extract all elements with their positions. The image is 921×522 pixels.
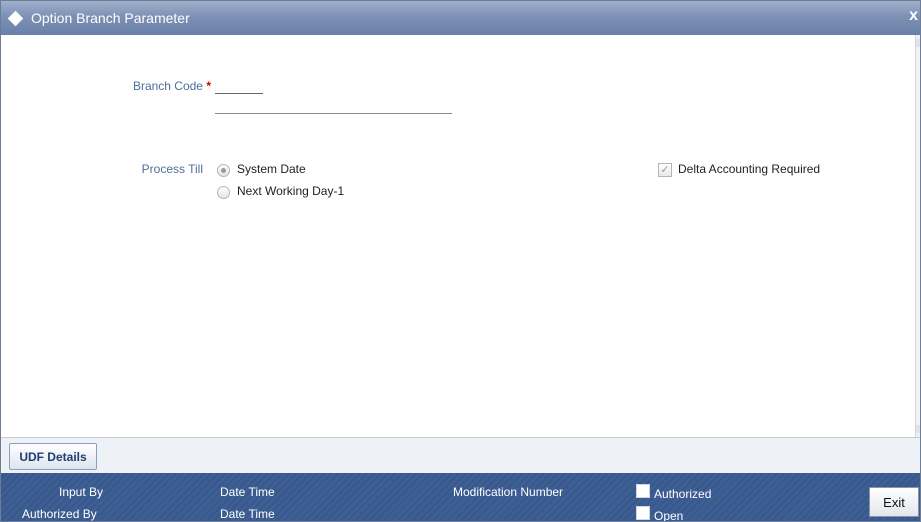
process-till-label: Process Till <box>141 162 203 176</box>
next-working-day-label: Next Working Day-1 <box>237 184 345 198</box>
authorized-by-label: Authorized By <box>22 507 97 521</box>
exit-button[interactable]: Exit <box>869 487 919 517</box>
delta-accounting-label: Delta Accounting Required <box>678 162 821 176</box>
branch-description-field[interactable] <box>215 98 452 114</box>
diamond-icon <box>7 10 24 27</box>
open-label: Open <box>654 509 684 522</box>
system-date-radio[interactable] <box>217 164 230 177</box>
tab-bar: UDF Details <box>1 437 920 473</box>
modification-number-label: Modification Number <box>453 485 564 499</box>
open-checkbox <box>636 506 650 520</box>
window-title: Option Branch Parameter <box>31 10 190 26</box>
authorized-checkbox <box>636 484 650 498</box>
branch-code-input[interactable] <box>215 78 263 94</box>
audit-footer: Input By Authorized By Date Time Date Ti… <box>1 473 920 522</box>
title-bar: Option Branch Parameter x <box>1 1 920 35</box>
scroll-down-arrow[interactable] <box>916 425 920 433</box>
udf-details-button[interactable]: UDF Details <box>9 443 97 470</box>
option-branch-parameter-window: Option Branch Parameter x Branch Code * … <box>0 0 921 522</box>
input-by-label: Input By <box>59 485 104 499</box>
close-icon[interactable]: x <box>909 7 918 25</box>
branch-code-label: Branch Code * <box>111 79 211 93</box>
vertical-scrollbar[interactable] <box>915 35 920 437</box>
date-time-label-authorized: Date Time <box>220 507 275 521</box>
branch-code-label-text: Branch Code <box>132 79 203 93</box>
system-date-label: System Date <box>237 162 306 176</box>
delta-accounting-checkbox[interactable]: ✓ <box>658 163 672 177</box>
required-marker: * <box>206 79 211 93</box>
authorized-label: Authorized <box>654 487 712 501</box>
scroll-up-arrow[interactable] <box>916 39 920 47</box>
date-time-label-input: Date Time <box>220 485 275 499</box>
next-working-day-radio[interactable] <box>217 186 230 199</box>
